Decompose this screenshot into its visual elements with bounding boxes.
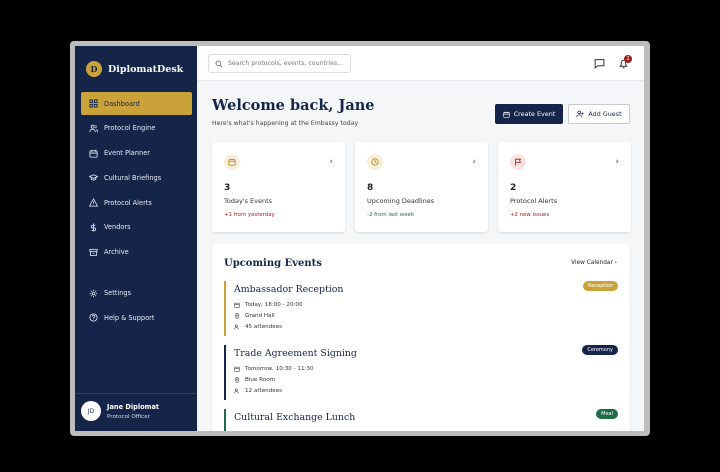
sidebar-item-dashboard[interactable]: Dashboard — [81, 92, 192, 115]
upcoming-events-panel: Upcoming Events View Calendar › Ambassad… — [212, 244, 630, 431]
users-icon — [234, 388, 239, 394]
sidebar-item-label: Cultural Briefings — [104, 173, 162, 182]
event-item-ambassador-reception[interactable]: Ambassador Reception Today, 18:00 - 20:0… — [224, 281, 618, 336]
create-event-label: Create Event — [513, 110, 556, 118]
location-pin-icon — [234, 377, 240, 383]
calendar-icon — [234, 366, 240, 372]
event-attendees: 45 attendees — [234, 324, 282, 330]
user-role: Protocol Officer — [107, 413, 150, 420]
sidebar-item-label: Event Planner — [104, 149, 150, 158]
sidebar-item-label: Settings — [104, 289, 132, 298]
app-window: D DiplomatDesk Dashboard Protocol Engine… — [75, 46, 644, 431]
view-calendar-link[interactable]: View Calendar › — [571, 260, 617, 266]
help-icon — [89, 313, 98, 322]
page-subtitle: Here's what's happening at the Embassy t… — [212, 120, 359, 127]
create-event-button[interactable]: Create Event — [495, 104, 563, 124]
stat-change: -2 from last week — [367, 212, 414, 218]
user-name: Jane Diplomat — [107, 402, 160, 411]
sidebar-item-protocol-engine[interactable]: Protocol Engine — [81, 117, 192, 140]
graduation-cap-icon — [89, 174, 98, 181]
search-icon — [215, 60, 223, 67]
calendar-icon — [503, 111, 510, 118]
chevron-right-icon: › — [329, 157, 333, 167]
sidebar-item-settings[interactable]: Settings — [81, 282, 192, 305]
stat-change: +1 from yesterday — [224, 212, 275, 218]
sidebar-item-archive[interactable]: Archive — [81, 241, 192, 264]
sidebar-item-label: Archive — [104, 248, 129, 257]
avatar: JD — [81, 401, 101, 421]
flag-icon — [515, 158, 522, 166]
archive-icon — [89, 248, 98, 256]
sidebar-divider — [75, 393, 197, 394]
event-name: Ambassador Reception — [234, 284, 344, 295]
stat-card-upcoming-deadlines[interactable]: › 8 Upcoming Deadlines -2 from last week — [355, 142, 488, 232]
brand[interactable]: D DiplomatDesk — [86, 61, 183, 77]
event-attendees: 12 attendees — [234, 388, 282, 394]
stat-icon-bg — [367, 154, 383, 170]
chevron-right-icon: › — [472, 157, 476, 167]
sidebar-item-help[interactable]: Help & Support — [81, 306, 192, 329]
warning-icon — [89, 198, 98, 207]
sidebar-item-cultural-briefings[interactable]: Cultural Briefings — [81, 166, 192, 189]
stat-icon-bg — [510, 154, 526, 170]
stat-label: Today's Events — [224, 197, 273, 205]
event-location: Grand Hall — [234, 313, 275, 319]
sidebar-item-label: Dashboard — [104, 99, 140, 108]
sidebar: D DiplomatDesk Dashboard Protocol Engine… — [75, 46, 197, 431]
sidebar-item-label: Vendors — [104, 223, 131, 232]
gear-icon — [89, 289, 98, 297]
users-icon — [89, 124, 98, 132]
notification-badge: 2 — [624, 55, 632, 63]
user-profile[interactable]: JD Jane Diplomat Protocol Officer — [81, 401, 159, 421]
sidebar-item-label: Protocol Engine — [104, 124, 156, 133]
stat-card-protocol-alerts[interactable]: › 2 Protocol Alerts +2 new issues — [498, 142, 631, 232]
add-guest-button[interactable]: Add Guest — [568, 104, 630, 124]
users-icon — [234, 324, 239, 330]
stat-icon-bg — [224, 154, 240, 170]
calendar-icon — [89, 149, 98, 158]
stat-card-todays-events[interactable]: › 3 Today's Events +1 from yesterday — [212, 142, 345, 232]
event-location: Blue Room — [234, 377, 275, 383]
stat-change: +2 new issues — [510, 212, 550, 218]
calendar-icon — [228, 158, 236, 166]
chevron-right-icon: › — [615, 157, 619, 167]
location-pin-icon — [234, 313, 240, 319]
grid-icon — [89, 99, 98, 108]
stat-value: 3 — [224, 183, 231, 193]
stat-label: Upcoming Deadlines — [367, 197, 435, 205]
add-guest-label: Add Guest — [588, 110, 622, 118]
calendar-icon — [234, 302, 240, 308]
brand-name: DiplomatDesk — [108, 63, 184, 75]
clock-icon — [371, 158, 379, 166]
event-type-badge: Ceremony — [582, 345, 618, 355]
search-input[interactable] — [228, 60, 348, 67]
sidebar-item-protocol-alerts[interactable]: Protocol Alerts — [81, 191, 192, 214]
sidebar-item-label: Help & Support — [104, 313, 155, 322]
event-name: Cultural Exchange Lunch — [234, 412, 356, 423]
add-user-icon — [576, 110, 585, 118]
event-item-trade-agreement-signing[interactable]: Trade Agreement Signing Tomorrow, 10:30 … — [224, 345, 618, 400]
sidebar-nav: Dashboard Protocol Engine Event Planner … — [81, 92, 192, 331]
message-icon[interactable] — [594, 58, 605, 69]
sidebar-item-event-planner[interactable]: Event Planner — [81, 142, 192, 165]
page-title: Welcome back, Jane — [212, 97, 375, 114]
stat-value: 2 — [510, 183, 517, 193]
topbar: 2 — [197, 46, 644, 81]
sidebar-item-label: Protocol Alerts — [104, 198, 152, 207]
event-time: Tomorrow, 10:30 - 11:30 — [234, 366, 314, 372]
stat-value: 8 — [367, 183, 374, 193]
sidebar-item-vendors[interactable]: Vendors — [81, 216, 192, 239]
brand-logo: D — [86, 61, 102, 77]
dollar-icon — [90, 223, 97, 232]
search-box[interactable] — [208, 54, 351, 73]
event-type-badge: Meal — [596, 409, 618, 419]
event-item-cultural-exchange-lunch[interactable]: Cultural Exchange Lunch Meal — [224, 409, 618, 431]
event-name: Trade Agreement Signing — [234, 348, 357, 359]
main-content: 2 Welcome back, Jane Here's what's happe… — [197, 46, 644, 431]
event-time: Today, 18:00 - 20:00 — [234, 302, 303, 308]
section-title: Upcoming Events — [224, 258, 322, 269]
stat-label: Protocol Alerts — [510, 197, 558, 205]
event-type-badge: Reception — [583, 281, 618, 291]
